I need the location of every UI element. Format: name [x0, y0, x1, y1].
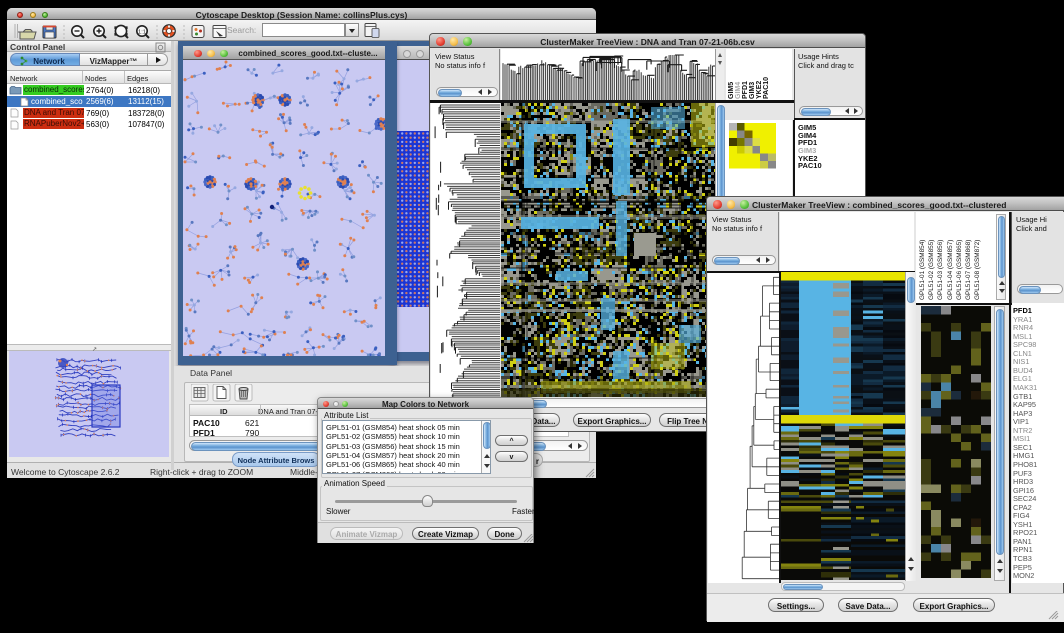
- svg-text:1:1: 1:1: [138, 30, 146, 36]
